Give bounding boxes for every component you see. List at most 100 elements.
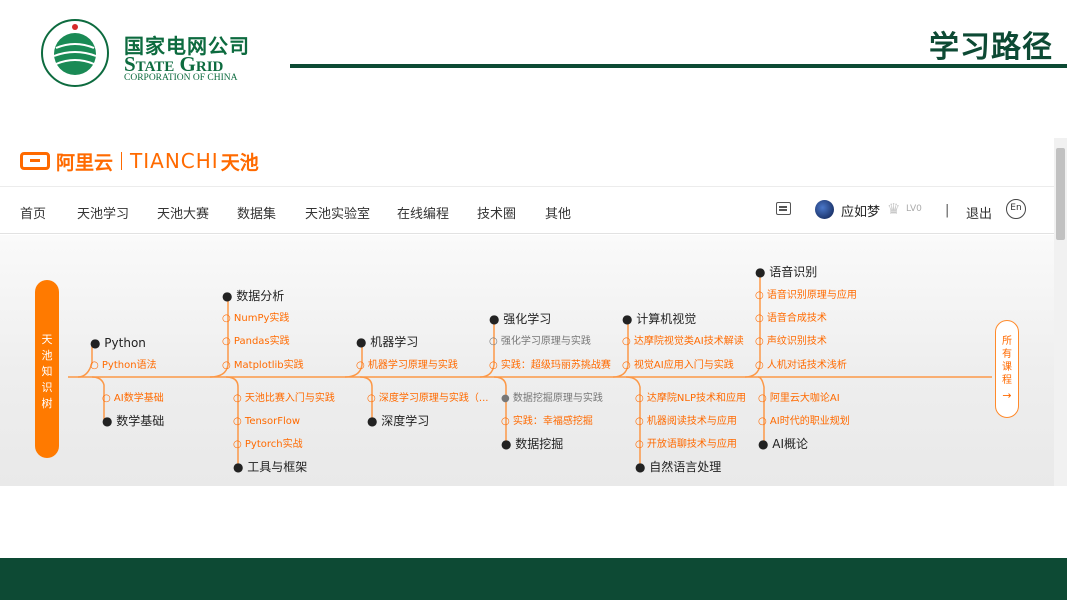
- node-data-analysis[interactable]: ● 数据分析: [222, 289, 284, 303]
- node-title: 计算机视觉: [636, 312, 697, 326]
- nav-competition[interactable]: 天池大赛: [157, 203, 209, 222]
- logout-link[interactable]: 退出: [966, 203, 992, 222]
- course-speech-recognition[interactable]: ○ 语音识别原理与应用: [755, 289, 857, 303]
- course-label: Pytorch实战: [244, 439, 303, 450]
- course-super-mario[interactable]: ○ 实践：超级玛丽苏挑战赛: [489, 359, 611, 373]
- nav-datasets[interactable]: 数据集: [237, 203, 276, 222]
- page-scrollbar[interactable]: [1054, 138, 1067, 486]
- node-title: 数据分析: [236, 289, 285, 303]
- nav-divider: |: [945, 203, 950, 218]
- course-vision-ai[interactable]: ○ 视觉AI应用入门与实践: [622, 359, 734, 373]
- language-switch-icon[interactable]: En: [1006, 199, 1026, 219]
- avatar[interactable]: [815, 200, 834, 219]
- course-label: 实践：幸福感挖掘: [512, 416, 593, 427]
- course-ai-career[interactable]: ○ AI时代的职业规划: [758, 415, 850, 429]
- all-courses-char: 程: [1002, 375, 1012, 386]
- logo-english-name: State Grid: [124, 52, 224, 76]
- node-nlp[interactable]: ● 自然语言处理: [635, 460, 721, 474]
- nav-home[interactable]: 首页: [20, 203, 46, 222]
- node-tools[interactable]: ● 工具与框架: [233, 460, 307, 474]
- aliyun-logo-icon: [20, 152, 50, 170]
- course-open-chat[interactable]: ○ 开放语聊技术与应用: [635, 438, 737, 452]
- course-label: 机器阅读技术与应用: [646, 416, 737, 427]
- node-title: AI概论: [772, 437, 809, 451]
- course-label: 声纹识别技术: [766, 336, 827, 347]
- course-ai-math[interactable]: ○ AI数学基础: [102, 392, 164, 406]
- brand-logo[interactable]: 阿里云 TIANCHI 天池: [20, 148, 259, 174]
- node-title: 工具与框架: [247, 460, 308, 474]
- course-label: AI数学基础: [113, 393, 164, 404]
- node-dl[interactable]: ● 深度学习: [367, 414, 429, 428]
- slide: 国家电网公司 State Grid CORPORATION OF CHINA 学…: [0, 0, 1067, 600]
- course-label: 阿里云大咖论AI: [769, 393, 840, 404]
- nav-learning[interactable]: 天池学习: [77, 203, 129, 222]
- all-courses-button[interactable]: 所 有 课 程 →: [995, 320, 1019, 418]
- course-label: NumPy实践: [233, 313, 290, 324]
- course-label: 强化学习原理与实践: [500, 336, 591, 347]
- slide-title: 学习路径: [929, 30, 1053, 65]
- node-ai-intro[interactable]: ● AI概论: [758, 437, 808, 451]
- node-math[interactable]: ● 数学基础: [102, 414, 164, 428]
- course-label: 天池比赛入门与实践: [244, 393, 335, 404]
- course-damo-nlp[interactable]: ○ 达摩院NLP技术和应用: [635, 392, 746, 406]
- course-label: 语音识别原理与应用: [766, 290, 857, 301]
- scrollbar-thumb[interactable]: [1056, 148, 1065, 240]
- node-speech[interactable]: ● 语音识别: [755, 265, 817, 279]
- node-python[interactable]: ● Python: [90, 336, 146, 350]
- course-python-syntax[interactable]: ○ Python语法: [90, 359, 157, 373]
- node-title: 自然语言处理: [649, 460, 722, 474]
- course-happiness-mining[interactable]: ○ 实践：幸福感挖掘: [501, 415, 593, 429]
- brand-aliyun: 阿里云: [56, 151, 114, 174]
- nav-lab[interactable]: 天池实验室: [305, 203, 370, 222]
- course-label: 达摩院NLP技术和应用: [646, 393, 746, 404]
- course-tianchi-intro[interactable]: ○ 天池比赛入门与实践: [233, 392, 335, 406]
- nav-tech-circle[interactable]: 技术圈: [477, 203, 516, 222]
- course-label: 视觉AI应用入门与实践: [633, 360, 734, 371]
- nav-other[interactable]: 其他: [545, 203, 571, 222]
- course-label: 数据挖掘原理与实践: [512, 393, 603, 404]
- node-title: 机器学习: [370, 335, 419, 349]
- node-title: 强化学习: [503, 312, 552, 326]
- course-matplotlib[interactable]: ○ Matplotlib实践: [222, 359, 304, 373]
- node-ml[interactable]: ● 机器学习: [356, 335, 418, 349]
- course-dl-principles[interactable]: ○ 深度学习原理与实践（...: [367, 392, 488, 406]
- node-title: 数据挖掘: [515, 437, 564, 451]
- state-grid-logo: [41, 19, 109, 87]
- course-label: TensorFlow: [244, 416, 301, 427]
- knowledge-tree-banner: 天 池 知 识 树 ● Python ○ Python语法 ○ AI数学基础 ●…: [0, 235, 1054, 486]
- brand-tianchi-en: TIANCHI: [130, 149, 219, 173]
- node-cv[interactable]: ● 计算机视觉: [622, 312, 696, 326]
- message-icon[interactable]: [776, 202, 791, 215]
- all-courses-char: 课: [1002, 362, 1012, 373]
- node-title: 数学基础: [116, 414, 165, 428]
- course-ml-principles[interactable]: ○ 机器学习原理与实践: [356, 359, 458, 373]
- all-courses-char: 有: [1002, 349, 1012, 360]
- course-machine-reading[interactable]: ○ 机器阅读技术与应用: [635, 415, 737, 429]
- course-aliyun-ai[interactable]: ○ 阿里云大咖论AI: [758, 392, 840, 406]
- node-rl[interactable]: ● 强化学习: [489, 312, 551, 326]
- course-speech-synthesis[interactable]: ○ 语音合成技术: [755, 312, 827, 326]
- course-label: Matplotlib实践: [233, 360, 304, 371]
- course-rl-principles[interactable]: ○ 强化学习原理与实践: [489, 335, 591, 349]
- tianchi-screenshot: 阿里云 TIANCHI 天池 首页 天池学习 天池大赛 数据集 天池实验室 在线…: [0, 138, 1067, 486]
- course-damo-vision[interactable]: ○ 达摩院视觉类AI技术解读: [622, 335, 744, 349]
- course-dm-principles[interactable]: ● 数据挖掘原理与实践: [501, 392, 603, 406]
- course-pandas[interactable]: ○ Pandas实践: [222, 335, 290, 349]
- logo-english-subtitle: CORPORATION OF CHINA: [124, 73, 238, 83]
- node-dm[interactable]: ● 数据挖掘: [501, 437, 563, 451]
- nav-online-coding[interactable]: 在线编程: [397, 203, 449, 222]
- course-label: 深度学习原理与实践（...: [378, 393, 489, 404]
- course-voiceprint[interactable]: ○ 声纹识别技术: [755, 335, 827, 349]
- user-level-badge: LV0: [906, 204, 922, 214]
- course-dialogue[interactable]: ○ 人机对话技术浅析: [755, 359, 847, 373]
- node-title: Python: [104, 336, 146, 350]
- course-pytorch[interactable]: ○ Pytorch实战: [233, 438, 303, 452]
- course-label: 人机对话技术浅析: [766, 360, 847, 371]
- arrow-right-icon: →: [1002, 389, 1012, 402]
- username[interactable]: 应如梦: [841, 201, 880, 220]
- course-numpy[interactable]: ○ NumPy实践: [222, 312, 289, 326]
- course-label: Python语法: [101, 360, 157, 371]
- node-title: 深度学习: [381, 414, 430, 428]
- title-rule: [290, 64, 1067, 68]
- course-tensorflow[interactable]: ○ TensorFlow: [233, 415, 300, 429]
